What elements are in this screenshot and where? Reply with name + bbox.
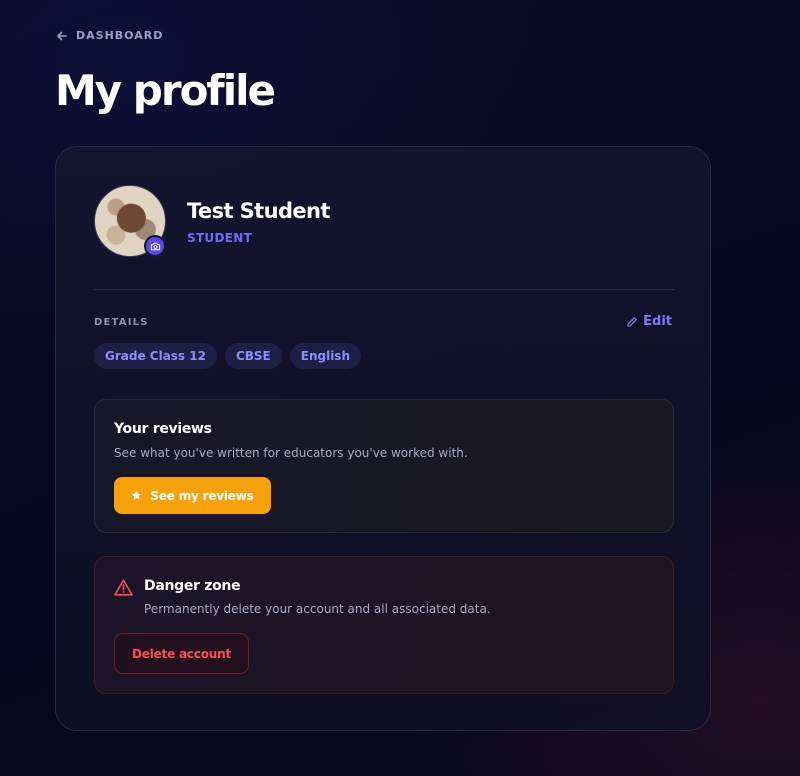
detail-chips: Grade Class 12 CBSE English <box>94 343 361 369</box>
danger-zone-section: Danger zone Permanently delete your acco… <box>94 556 674 694</box>
user-role-badge: STUDENT <box>187 231 253 245</box>
details-heading: DETAILS <box>94 317 149 328</box>
reviews-section: Your reviews See what you've written for… <box>94 399 674 533</box>
board-chip: CBSE <box>224 343 282 369</box>
page-title: My profile <box>55 66 276 115</box>
grade-chip: Grade Class 12 <box>94 343 217 369</box>
back-to-dashboard-link[interactable]: DASHBOARD <box>56 29 163 42</box>
profile-card: Test Student STUDENT DETAILS Edit Grade … <box>55 146 711 731</box>
star-icon <box>132 490 142 500</box>
reviews-title: Your reviews <box>114 421 212 437</box>
see-my-reviews-button[interactable]: See my reviews <box>114 477 271 514</box>
arrow-left-icon <box>57 31 67 40</box>
danger-zone-title: Danger zone <box>144 578 241 594</box>
warning-icon <box>114 579 133 596</box>
edit-details-button[interactable]: Edit <box>626 314 672 329</box>
user-name: Test Student <box>187 199 330 223</box>
language-chip: English <box>289 343 361 369</box>
reviews-description: See what you've written for educators yo… <box>114 446 468 460</box>
change-photo-button[interactable] <box>144 235 166 257</box>
danger-zone-description: Permanently delete your account and all … <box>144 602 491 616</box>
edit-label: Edit <box>643 314 672 329</box>
divider <box>94 289 674 290</box>
delete-account-button[interactable]: Delete account <box>114 633 249 674</box>
camera-icon <box>150 242 160 250</box>
pencil-icon <box>627 316 638 327</box>
back-link-label: DASHBOARD <box>76 29 164 42</box>
see-my-reviews-label: See my reviews <box>150 488 254 503</box>
